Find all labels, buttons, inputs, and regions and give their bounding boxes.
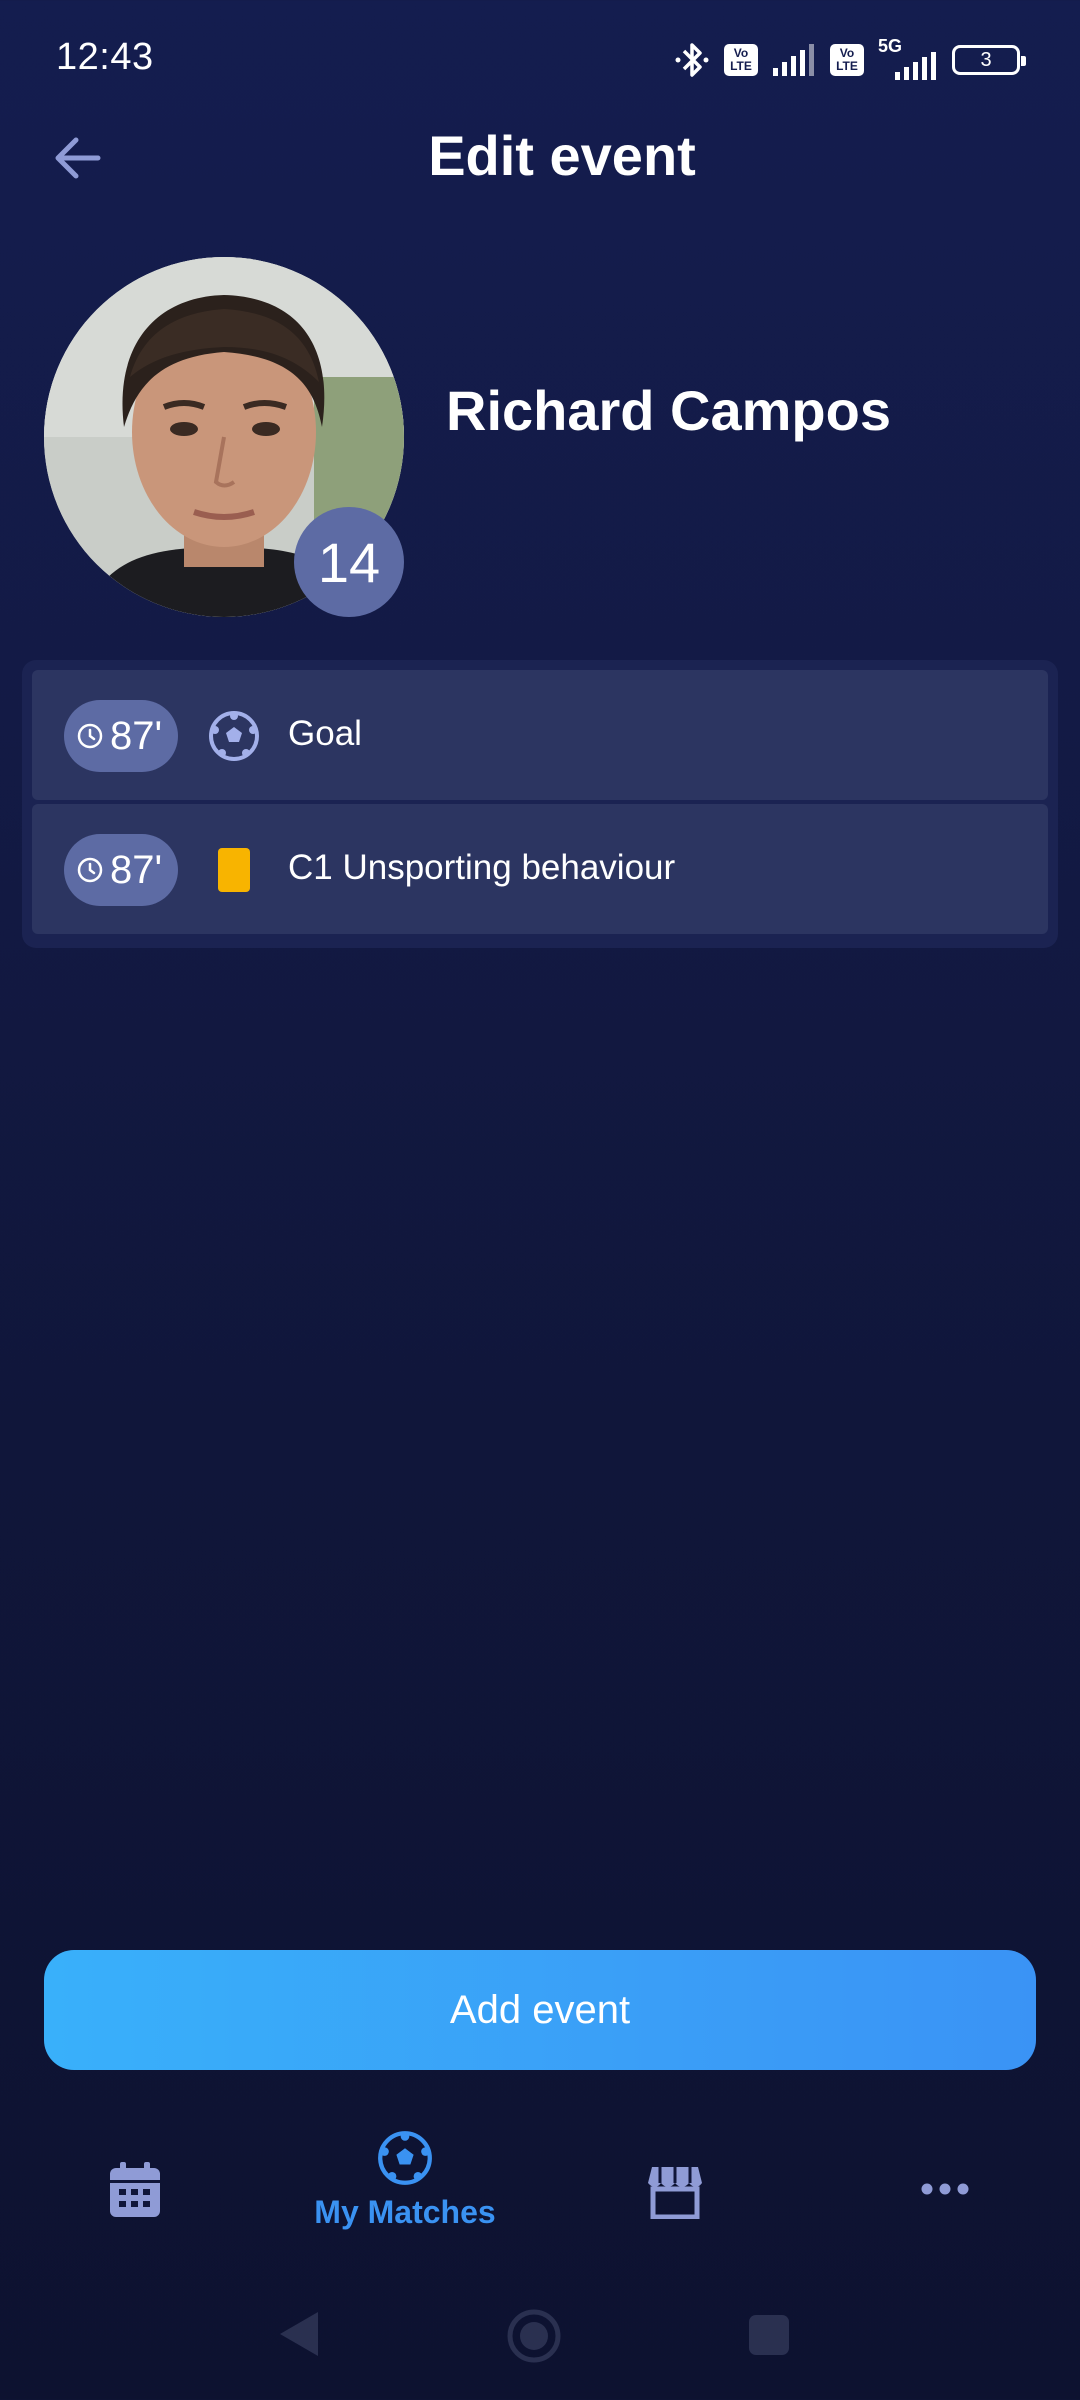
events-list: 87' Goal 87' C1 Unsporting behaviour (22, 660, 1058, 948)
event-time-pill: 87' (64, 834, 178, 906)
nav-label-my-matches: My Matches (314, 2194, 496, 2230)
system-back-icon[interactable] (278, 2310, 320, 2358)
clock-icon (77, 723, 103, 749)
player-name: Richard Campos (446, 379, 891, 442)
event-time: 87' (110, 713, 163, 758)
event-label: C1 Unsporting behaviour (288, 848, 676, 887)
bluetooth-icon (675, 43, 709, 77)
nav-item-my-matches[interactable]: My Matches (305, 2130, 505, 2260)
event-row-yellow-card[interactable]: 87' C1 Unsporting behaviour (32, 804, 1048, 934)
nav-item-store[interactable] (575, 2165, 775, 2295)
calendar-icon (110, 2162, 160, 2217)
battery-icon: 3 (952, 45, 1026, 75)
player-number-badge: 14 (294, 507, 404, 617)
event-label: Goal (288, 714, 362, 753)
signal-strength-icon (773, 44, 814, 76)
soccer-ball-icon (208, 710, 260, 762)
bottom-nav: My Matches (0, 2130, 1080, 2260)
volte-badge-icon-2: Vo LTE (830, 44, 864, 76)
nav-item-calendar[interactable] (35, 2160, 235, 2290)
status-bar: 12:43 Vo LTE Vo LTE 5G 3 (0, 0, 1080, 120)
volte-badge-icon: Vo LTE (724, 44, 758, 76)
system-home-icon[interactable] (506, 2308, 562, 2364)
more-icon (921, 2183, 969, 2195)
soccer-ball-icon (378, 2131, 432, 2185)
event-time-pill: 87' (64, 700, 178, 772)
clock-icon (77, 857, 103, 883)
status-icons: Vo LTE Vo LTE 5G 3 (674, 36, 1026, 82)
system-recents-icon[interactable] (748, 2314, 790, 2356)
event-row-goal[interactable]: 87' Goal (32, 670, 1048, 800)
store-icon (648, 2167, 702, 2219)
event-time: 87' (110, 847, 163, 892)
header: Edit event (0, 115, 1080, 195)
yellow-card-icon (208, 844, 260, 896)
player-avatar-container: 14 (44, 257, 404, 617)
signal-5g-icon: 5G (878, 36, 938, 80)
status-time: 12:43 (56, 36, 154, 78)
system-nav-bar (0, 2290, 1080, 2370)
page-title: Edit event (428, 124, 696, 187)
add-event-button[interactable]: Add event (44, 1950, 1036, 2070)
